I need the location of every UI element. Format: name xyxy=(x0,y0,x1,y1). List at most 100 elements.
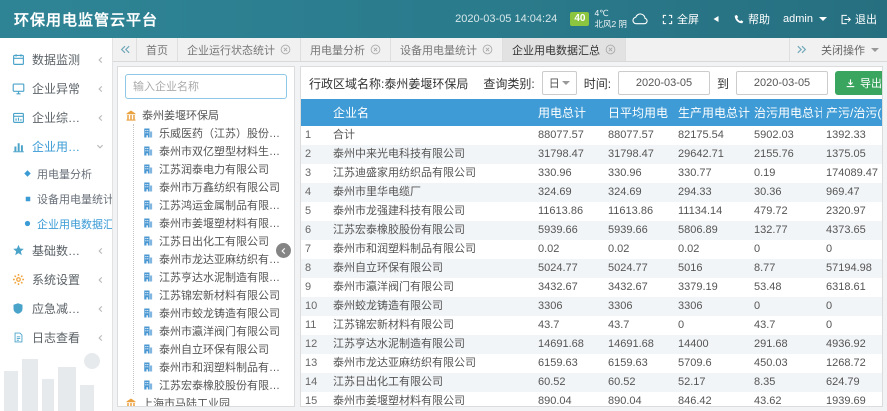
tree-node-label: 江苏日出化工有限公司 xyxy=(159,233,269,249)
table-header-row: 企业名用电总计日平均用电生产用电总计治污用电总计产污/治污(用电 xyxy=(301,99,882,126)
value-cell: 6318.61 xyxy=(822,278,882,297)
tab-item[interactable]: 企业运行状态统计 xyxy=(178,38,301,61)
export-button[interactable]: 导出 xyxy=(835,71,883,95)
company-name-cell: 泰州蛟龙铸造有限公司 xyxy=(329,297,534,316)
sidebar-item-company-stats[interactable]: 企业综合统计 xyxy=(0,103,112,132)
tab-item[interactable]: 企业用电数据汇总 xyxy=(503,38,626,61)
table-row[interactable]: 7泰州市和润塑料制品有限公司0.020.020.0200 xyxy=(301,240,882,259)
tree-company-node[interactable]: 乐威医药（江苏）股份有限公司 xyxy=(142,124,287,142)
shield-icon xyxy=(11,302,25,315)
tree-company-node[interactable]: 泰州市和润塑料制品有限公司 xyxy=(142,358,287,376)
tree-company-node[interactable]: 泰州市龙达亚麻纺织有限公司 xyxy=(142,250,287,268)
table-row[interactable]: 11江苏锦宏新材料有限公司43.743.7043.70 xyxy=(301,316,882,335)
value-cell: 0 xyxy=(822,316,882,335)
close-circle-icon[interactable] xyxy=(280,44,291,55)
sidebar-subitem[interactable]: 设备用电量统计 xyxy=(0,186,112,211)
sidebar-item-base-data[interactable]: 基础数据管理 xyxy=(0,236,112,265)
row-index-cell: 1 xyxy=(301,126,329,145)
query-bar: 行政区域名称:泰州姜堰环保局 查询类别: 日 时间: 到 导出 xyxy=(301,67,882,99)
building-icon xyxy=(142,271,154,283)
sidebar-item-label: 企业用电量分析 xyxy=(32,138,89,155)
value-cell: 0 xyxy=(822,240,882,259)
table-row[interactable]: 1合计88077.5788077.5782175.545902.031392.3… xyxy=(301,126,882,145)
tab-label: 首页 xyxy=(146,42,168,58)
tab-item[interactable]: 用电量分析 xyxy=(301,38,391,61)
table-row[interactable]: 14江苏日出化工有限公司60.5260.5252.178.35624.79 xyxy=(301,373,882,392)
table-row[interactable]: 10泰州蛟龙铸造有限公司33063306330600 xyxy=(301,297,882,316)
close-circle-icon[interactable] xyxy=(482,44,493,55)
tree-company-node[interactable]: 泰州市蛟龙铸造有限公司 xyxy=(142,304,287,322)
sidebar-menu: 数据监测企业异常企业综合统计企业用电量分析用电量分析设备用电量统计企业用电数据汇… xyxy=(0,45,112,352)
tree-collapse-button[interactable] xyxy=(276,243,291,258)
company-search-input[interactable] xyxy=(125,74,287,99)
tabs-scroll-right-button[interactable] xyxy=(789,38,813,61)
tree-company-node[interactable]: 江苏润泰电力有限公司 xyxy=(142,160,287,178)
date-to-input[interactable] xyxy=(736,71,828,95)
tree-company-node[interactable]: 泰州自立环保有限公司 xyxy=(142,340,287,358)
table-row[interactable]: 3江苏迪盛家用纺织品有限公司330.96330.96330.770.191740… xyxy=(301,164,882,183)
tree-company-node[interactable]: 江苏锦宏新材料有限公司 xyxy=(142,286,287,304)
value-cell: 14691.68 xyxy=(534,335,604,354)
org-icon xyxy=(125,109,137,121)
tree-company-node[interactable]: 泰州市瀛洋阀门有限公司 xyxy=(142,322,287,340)
table-row[interactable]: 4泰州市里华电缆厂324.69324.69294.3330.36969.47 xyxy=(301,183,882,202)
tree-node-label: 泰州市瀛洋阀门有限公司 xyxy=(159,323,280,339)
close-circle-icon[interactable] xyxy=(605,44,616,55)
tree-company-node[interactable]: 江苏日出化工有限公司 xyxy=(142,232,287,250)
value-cell: 291.68 xyxy=(750,335,822,354)
value-cell: 30.36 xyxy=(750,183,822,202)
tree-company-node[interactable]: 泰州市姜堰塑材料有限公司 xyxy=(142,214,287,232)
close-circle-icon[interactable] xyxy=(370,44,381,55)
sidebar-item-company-abnormal[interactable]: 企业异常 xyxy=(0,74,112,103)
tree-root-node[interactable]: 泰州姜堰环保局 xyxy=(125,106,287,124)
tree-company-node[interactable]: 江苏鸿运金属制品有限公司 xyxy=(142,196,287,214)
triangle-left-icon[interactable] xyxy=(712,15,720,23)
sidebar-item-emergency[interactable]: 应急减排管理 xyxy=(0,294,112,323)
table-row[interactable]: 2泰州中来光电科技有限公司31798.4731798.4729642.71215… xyxy=(301,145,882,164)
category-select[interactable]: 日 xyxy=(542,71,577,95)
temperature-label: 4℃ xyxy=(594,8,627,19)
calendar-stats-icon xyxy=(11,111,25,124)
row-index-cell: 5 xyxy=(301,202,329,221)
tree-company-node[interactable]: 江苏亨达水泥制造有限公司 xyxy=(142,268,287,286)
tree-root-node[interactable]: 上海市马陆工业园 xyxy=(125,394,287,407)
table-row[interactable]: 8泰州自立环保有限公司5024.775024.7750168.7757194.9… xyxy=(301,259,882,278)
value-cell: 8.35 xyxy=(750,373,822,392)
table-row[interactable]: 5泰州市龙强建科技有限公司11613.8611613.8611134.14479… xyxy=(301,202,882,221)
value-cell: 0.02 xyxy=(604,240,674,259)
value-cell: 3306 xyxy=(674,297,750,316)
tabs-scroll-left-button[interactable] xyxy=(113,38,137,61)
value-cell: 174089.47 xyxy=(822,164,882,183)
sidebar-item-power-analysis[interactable]: 企业用电量分析 xyxy=(0,132,112,161)
sidebar-item-data-monitor[interactable]: 数据监测 xyxy=(0,45,112,74)
help-button[interactable]: 帮助 xyxy=(733,11,770,27)
header-right: 2020-03-05 14:04:24 40 4℃ 北风2 阴 全屏 帮助 ad… xyxy=(455,8,877,29)
sidebar-subitem[interactable]: 企业用电数据汇总 xyxy=(0,211,112,236)
logout-button[interactable]: 退出 xyxy=(840,11,877,27)
sidebar-item-logs[interactable]: 日志查看 xyxy=(0,323,112,352)
tab-item[interactable]: 首页 xyxy=(137,38,178,61)
close-operations-button[interactable]: 关闭操作 xyxy=(813,38,887,61)
value-cell: 890.04 xyxy=(534,392,604,407)
tab-item[interactable]: 设备用电量统计 xyxy=(391,38,503,61)
table-row[interactable]: 12江苏亨达水泥制造有限公司14691.6814691.6814400291.6… xyxy=(301,335,882,354)
value-cell: 43.62 xyxy=(750,392,822,407)
date-from-input[interactable] xyxy=(618,71,710,95)
value-cell: 1939.69 xyxy=(822,392,882,407)
company-name-cell: 泰州市瀛洋阀门有限公司 xyxy=(329,278,534,297)
table-row[interactable]: 13泰州市龙达亚麻纺织有限公司6159.636159.635709.6450.0… xyxy=(301,354,882,373)
tree-company-node[interactable]: 江苏宏泰橡胶股份有限公司 xyxy=(142,376,287,394)
table-row[interactable]: 6江苏宏泰橡胶股份有限公司5939.665939.665806.89132.77… xyxy=(301,221,882,240)
fullscreen-button[interactable]: 全屏 xyxy=(662,11,699,27)
tab-label: 用电量分析 xyxy=(310,42,365,58)
caret-down-icon xyxy=(562,81,570,85)
phone-icon xyxy=(733,14,744,25)
sidebar-subitem[interactable]: 用电量分析 xyxy=(0,161,112,186)
user-menu[interactable]: admin xyxy=(783,13,827,25)
tree-company-node[interactable]: 泰州市双亿塑型材料生产有限公司 xyxy=(142,142,287,160)
sidebar-item-system-settings[interactable]: 系统设置 xyxy=(0,265,112,294)
tree-company-node[interactable]: 泰州市万鑫纺织有限公司 xyxy=(142,178,287,196)
table-row[interactable]: 15泰州市姜堰塑材料有限公司890.04890.04846.4243.62193… xyxy=(301,392,882,407)
value-cell: 0.02 xyxy=(534,240,604,259)
table-row[interactable]: 9泰州市瀛洋阀门有限公司3432.673432.673379.1953.4863… xyxy=(301,278,882,297)
